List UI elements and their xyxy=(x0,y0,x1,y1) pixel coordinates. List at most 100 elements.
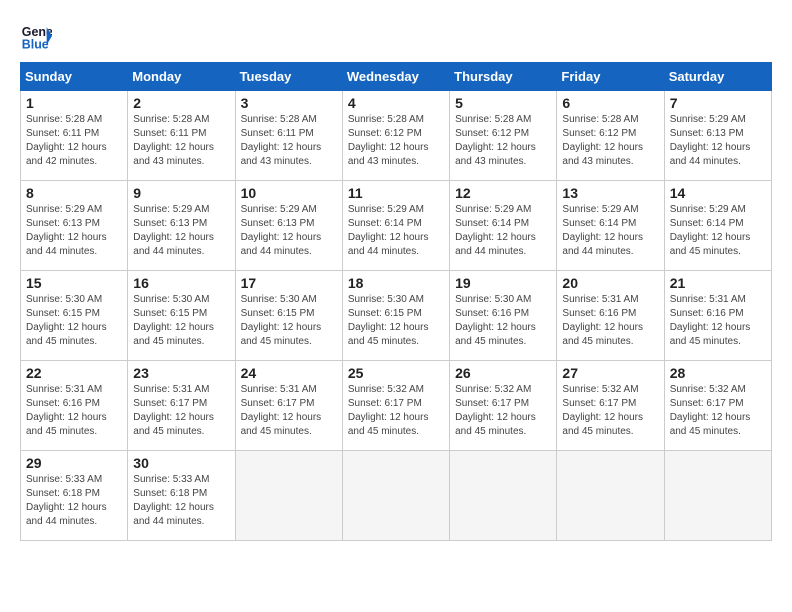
logo-icon: General Blue xyxy=(20,20,52,52)
day-info: Sunrise: 5:30 AM Sunset: 6:15 PM Dayligh… xyxy=(26,293,122,349)
calendar-week-row: 8Sunrise: 5:29 AM Sunset: 6:13 PM Daylig… xyxy=(21,181,772,271)
logo: General Blue xyxy=(20,20,56,52)
calendar-cell: 26 Sunrise: 5:32 AM Sunset: 6:17 PM Dayli… xyxy=(450,361,557,451)
column-header-wednesday: Wednesday xyxy=(342,63,449,91)
day-number: 3 xyxy=(241,95,337,111)
day-info: Sunrise: 5:31 AM Sunset: 6:17 PM Dayligh… xyxy=(133,383,229,439)
calendar-cell: 24 Sunrise: 5:31 AM Sunset: 6:17 PM Dayli… xyxy=(235,361,342,451)
calendar-cell: 15 Sunrise: 5:30 AM Sunset: 6:15 PM Dayli… xyxy=(21,271,128,361)
day-number: 9 xyxy=(133,185,229,201)
day-number: 1 xyxy=(26,95,122,111)
day-number: 2 xyxy=(133,95,229,111)
day-number: 20 xyxy=(562,275,658,291)
calendar-cell xyxy=(342,451,449,541)
day-number: 10 xyxy=(241,185,337,201)
calendar-cell: 7 Sunrise: 5:29 AM Sunset: 6:13 PM Daylig… xyxy=(664,91,771,181)
day-number: 12 xyxy=(455,185,551,201)
day-number: 21 xyxy=(670,275,766,291)
calendar-cell: 22Sunrise: 5:31 AM Sunset: 6:16 PM Dayli… xyxy=(21,361,128,451)
calendar-cell: 13Sunrise: 5:29 AM Sunset: 6:14 PM Dayli… xyxy=(557,181,664,271)
column-header-tuesday: Tuesday xyxy=(235,63,342,91)
calendar-cell: 29 Sunrise: 5:33 AM Sunset: 6:18 PM Dayli… xyxy=(21,451,128,541)
day-number: 23 xyxy=(133,365,229,381)
calendar-cell xyxy=(235,451,342,541)
calendar-cell: 19Sunrise: 5:30 AM Sunset: 6:16 PM Dayli… xyxy=(450,271,557,361)
calendar-cell xyxy=(557,451,664,541)
day-info: Sunrise: 5:28 AM Sunset: 6:12 PM Dayligh… xyxy=(455,113,551,169)
day-number: 22 xyxy=(26,365,122,381)
calendar-cell: 21 Sunrise: 5:31 AM Sunset: 6:16 PM Dayli… xyxy=(664,271,771,361)
day-number: 4 xyxy=(348,95,444,111)
column-header-monday: Monday xyxy=(128,63,235,91)
day-number: 27 xyxy=(562,365,658,381)
day-info: Sunrise: 5:30 AM Sunset: 6:15 PM Dayligh… xyxy=(348,293,444,349)
day-info: Sunrise: 5:29 AM Sunset: 6:14 PM Dayligh… xyxy=(455,203,551,259)
day-info: Sunrise: 5:32 AM Sunset: 6:17 PM Dayligh… xyxy=(348,383,444,439)
day-info: Sunrise: 5:28 AM Sunset: 6:11 PM Dayligh… xyxy=(133,113,229,169)
day-info: Sunrise: 5:30 AM Sunset: 6:15 PM Dayligh… xyxy=(133,293,229,349)
calendar-week-row: 1 Sunrise: 5:28 AM Sunset: 6:11 PM Daylig… xyxy=(21,91,772,181)
day-number: 7 xyxy=(670,95,766,111)
calendar-cell xyxy=(664,451,771,541)
calendar-cell: 16Sunrise: 5:30 AM Sunset: 6:15 PM Dayli… xyxy=(128,271,235,361)
day-info: Sunrise: 5:29 AM Sunset: 6:14 PM Dayligh… xyxy=(562,203,658,259)
calendar-cell: 6 Sunrise: 5:28 AM Sunset: 6:12 PM Daylig… xyxy=(557,91,664,181)
day-info: Sunrise: 5:28 AM Sunset: 6:11 PM Dayligh… xyxy=(241,113,337,169)
column-header-friday: Friday xyxy=(557,63,664,91)
calendar-week-row: 22Sunrise: 5:31 AM Sunset: 6:16 PM Dayli… xyxy=(21,361,772,451)
day-info: Sunrise: 5:33 AM Sunset: 6:18 PM Dayligh… xyxy=(26,473,122,529)
calendar-cell: 10 Sunrise: 5:29 AM Sunset: 6:13 PM Dayli… xyxy=(235,181,342,271)
column-header-thursday: Thursday xyxy=(450,63,557,91)
day-number: 18 xyxy=(348,275,444,291)
day-number: 26 xyxy=(455,365,551,381)
column-header-saturday: Saturday xyxy=(664,63,771,91)
calendar-cell: 17Sunrise: 5:30 AM Sunset: 6:15 PM Dayli… xyxy=(235,271,342,361)
day-info: Sunrise: 5:29 AM Sunset: 6:13 PM Dayligh… xyxy=(133,203,229,259)
day-number: 5 xyxy=(455,95,551,111)
calendar-cell: 4 Sunrise: 5:28 AM Sunset: 6:12 PM Daylig… xyxy=(342,91,449,181)
day-info: Sunrise: 5:29 AM Sunset: 6:14 PM Dayligh… xyxy=(670,203,766,259)
calendar-table: SundayMondayTuesdayWednesdayThursdayFrid… xyxy=(20,62,772,541)
calendar-cell: 2 Sunrise: 5:28 AM Sunset: 6:11 PM Daylig… xyxy=(128,91,235,181)
day-info: Sunrise: 5:29 AM Sunset: 6:13 PM Dayligh… xyxy=(670,113,766,169)
day-info: Sunrise: 5:32 AM Sunset: 6:17 PM Dayligh… xyxy=(455,383,551,439)
day-info: Sunrise: 5:31 AM Sunset: 6:16 PM Dayligh… xyxy=(562,293,658,349)
calendar-cell: 3 Sunrise: 5:28 AM Sunset: 6:11 PM Daylig… xyxy=(235,91,342,181)
day-info: Sunrise: 5:28 AM Sunset: 6:12 PM Dayligh… xyxy=(562,113,658,169)
day-info: Sunrise: 5:33 AM Sunset: 6:18 PM Dayligh… xyxy=(133,473,229,529)
day-number: 6 xyxy=(562,95,658,111)
calendar-cell: 20 Sunrise: 5:31 AM Sunset: 6:16 PM Dayli… xyxy=(557,271,664,361)
day-number: 24 xyxy=(241,365,337,381)
day-number: 15 xyxy=(26,275,122,291)
calendar-cell: 18 Sunrise: 5:30 AM Sunset: 6:15 PM Dayli… xyxy=(342,271,449,361)
calendar-cell: 11Sunrise: 5:29 AM Sunset: 6:14 PM Dayli… xyxy=(342,181,449,271)
svg-text:Blue: Blue xyxy=(22,37,49,51)
column-header-sunday: Sunday xyxy=(21,63,128,91)
day-info: Sunrise: 5:28 AM Sunset: 6:12 PM Dayligh… xyxy=(348,113,444,169)
calendar-cell: 30 Sunrise: 5:33 AM Sunset: 6:18 PM Dayli… xyxy=(128,451,235,541)
calendar-cell: 9 Sunrise: 5:29 AM Sunset: 6:13 PM Daylig… xyxy=(128,181,235,271)
day-number: 25 xyxy=(348,365,444,381)
day-info: Sunrise: 5:30 AM Sunset: 6:16 PM Dayligh… xyxy=(455,293,551,349)
calendar-cell: 5 Sunrise: 5:28 AM Sunset: 6:12 PM Daylig… xyxy=(450,91,557,181)
day-info: Sunrise: 5:32 AM Sunset: 6:17 PM Dayligh… xyxy=(670,383,766,439)
calendar-cell: 8Sunrise: 5:29 AM Sunset: 6:13 PM Daylig… xyxy=(21,181,128,271)
calendar-cell: 25 Sunrise: 5:32 AM Sunset: 6:17 PM Dayli… xyxy=(342,361,449,451)
day-info: Sunrise: 5:32 AM Sunset: 6:17 PM Dayligh… xyxy=(562,383,658,439)
day-info: Sunrise: 5:30 AM Sunset: 6:15 PM Dayligh… xyxy=(241,293,337,349)
day-number: 29 xyxy=(26,455,122,471)
day-info: Sunrise: 5:29 AM Sunset: 6:13 PM Dayligh… xyxy=(26,203,122,259)
calendar-cell: 14 Sunrise: 5:29 AM Sunset: 6:14 PM Dayli… xyxy=(664,181,771,271)
day-info: Sunrise: 5:29 AM Sunset: 6:13 PM Dayligh… xyxy=(241,203,337,259)
day-info: Sunrise: 5:31 AM Sunset: 6:17 PM Dayligh… xyxy=(241,383,337,439)
day-info: Sunrise: 5:28 AM Sunset: 6:11 PM Dayligh… xyxy=(26,113,122,169)
day-number: 30 xyxy=(133,455,229,471)
calendar-week-row: 15 Sunrise: 5:30 AM Sunset: 6:15 PM Dayli… xyxy=(21,271,772,361)
calendar-cell: 28 Sunrise: 5:32 AM Sunset: 6:17 PM Dayli… xyxy=(664,361,771,451)
day-info: Sunrise: 5:31 AM Sunset: 6:16 PM Dayligh… xyxy=(670,293,766,349)
day-number: 11 xyxy=(348,185,444,201)
calendar-header-row: SundayMondayTuesdayWednesdayThursdayFrid… xyxy=(21,63,772,91)
day-number: 14 xyxy=(670,185,766,201)
page-header: General Blue xyxy=(20,20,772,52)
day-number: 28 xyxy=(670,365,766,381)
